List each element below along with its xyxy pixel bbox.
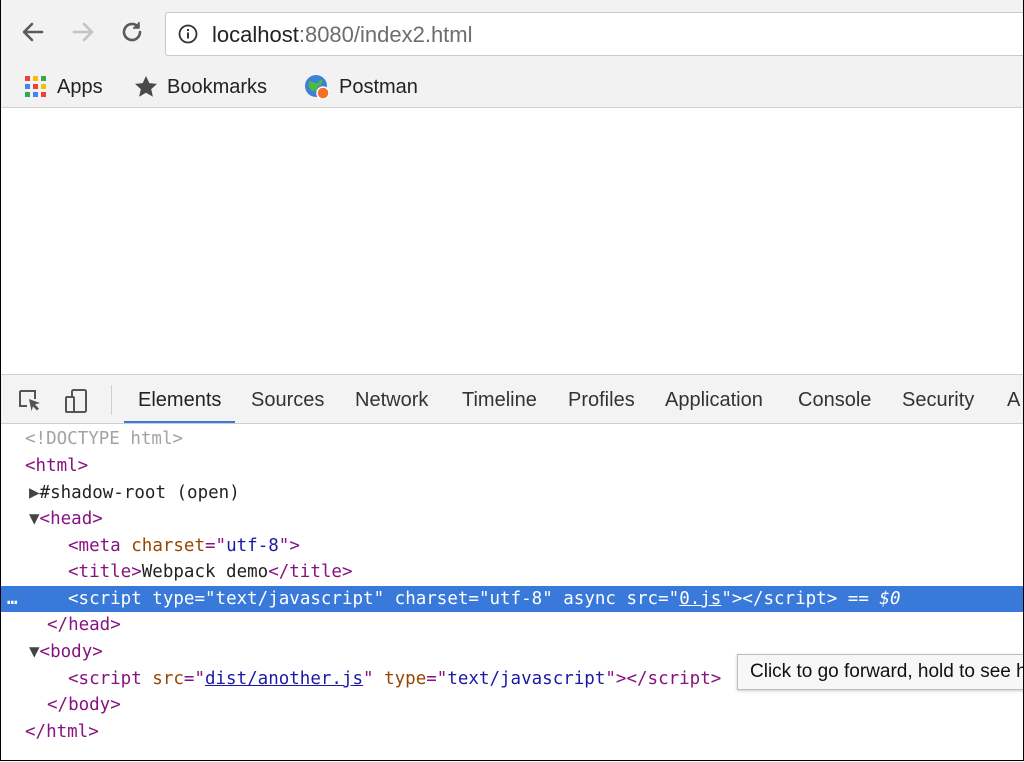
tab-elements[interactable]: Elements <box>123 375 236 423</box>
reload-icon <box>122 22 142 42</box>
meta-attr-name: charset <box>131 536 206 556</box>
tab-sources[interactable]: Sources <box>251 375 324 423</box>
meta-tag-name: meta <box>78 536 121 556</box>
info-icon[interactable] <box>178 24 198 44</box>
star-icon <box>135 76 157 97</box>
address-bar[interactable]: localhost:8080/index2.html <box>165 12 1023 56</box>
bookmark-postman[interactable]: Postman <box>303 72 418 102</box>
shadow-root-text: #shadow-root (open) <box>39 483 240 503</box>
dom-node-head-close[interactable]: </head> <box>1 612 1023 638</box>
expand-triangle-icon[interactable]: ▶ <box>1 483 40 503</box>
url-host: localhost <box>212 22 299 47</box>
apps-grid-icon <box>25 76 46 97</box>
html-open-tag: <html> <box>25 456 89 476</box>
html-close-tag: </html> <box>25 722 99 742</box>
tab-security[interactable]: Security <box>902 375 974 423</box>
dom-node-shadow-root[interactable]: ▶#shadow-root (open) <box>1 480 1023 506</box>
script-type-value: text/javascript <box>215 589 374 609</box>
script-async-attr: async <box>563 589 616 609</box>
tab-timeline[interactable]: Timeline <box>462 375 537 423</box>
bookmark-label: Bookmarks <box>167 75 268 98</box>
inspect-element-icon[interactable] <box>17 388 43 414</box>
head-open-tag: <head> <box>39 509 103 529</box>
postman-globe-icon <box>305 75 330 100</box>
bookmark-apps[interactable]: Apps <box>23 72 103 102</box>
dom-node-head[interactable]: ▼<head> <box>1 506 1023 532</box>
collapse-triangle-icon[interactable]: ▼ <box>1 642 40 662</box>
arrow-left-icon <box>22 22 44 42</box>
body-open-tag: <body> <box>39 642 103 662</box>
doctype-text: <!DOCTYPE html> <box>25 429 184 449</box>
url-port-path: :8080/index2.html <box>298 22 473 47</box>
selected-node-marker: == $0 <box>847 589 901 609</box>
body-script-src-link[interactable]: dist/another.js <box>205 669 363 689</box>
more-options-icon[interactable]: … <box>7 586 18 612</box>
tab-application[interactable]: Application <box>665 375 763 423</box>
tab-audits-truncated[interactable]: A <box>1007 375 1020 423</box>
device-toggle-icon[interactable] <box>63 388 89 414</box>
browser-window: localhost:8080/index2.html Apps Bookmark… <box>0 0 1024 761</box>
reload-button[interactable] <box>118 18 146 46</box>
toolbar-divider <box>111 385 112 415</box>
tab-network[interactable]: Network <box>355 375 428 423</box>
devtools-tabbar: Elements Sources Network Timeline Profil… <box>1 374 1023 424</box>
url-text[interactable]: localhost:8080/index2.html <box>212 22 473 48</box>
back-button[interactable] <box>19 18 47 46</box>
forward-button[interactable] <box>69 18 97 46</box>
page-viewport[interactable] <box>1 108 1023 374</box>
dom-node-meta[interactable]: <meta charset="utf-8"> <box>1 533 1023 559</box>
meta-attr-value: utf-8 <box>226 536 279 556</box>
dom-node-body-close[interactable]: </body> <box>1 692 1023 718</box>
bookmark-label: Postman <box>339 75 418 98</box>
script-src-link[interactable]: 0.js <box>679 589 721 609</box>
arrow-right-icon <box>72 22 94 42</box>
bookmark-label: Apps <box>57 75 103 98</box>
browser-toolbar: localhost:8080/index2.html <box>1 0 1023 68</box>
title-text: Webpack demo <box>141 562 269 582</box>
body-close-tag: </body> <box>47 695 121 715</box>
head-close-tag: </head> <box>47 615 121 635</box>
dom-node-title[interactable]: <title>Webpack demo</title> <box>1 559 1023 585</box>
dom-node-html-close[interactable]: </html> <box>1 719 1023 745</box>
dom-node-script-selected[interactable]: … <script type="text/javascript" charset=… <box>1 586 1023 612</box>
body-script-type-value: text/javascript <box>447 669 606 689</box>
bookmarks-bar: Apps Bookmarks Postman <box>1 68 1023 108</box>
script-charset-value: utf-8 <box>489 589 543 609</box>
tab-profiles[interactable]: Profiles <box>568 375 635 423</box>
dom-node-doctype[interactable]: <!DOCTYPE html> <box>1 426 1023 452</box>
collapse-triangle-icon[interactable]: ▼ <box>1 509 40 529</box>
bookmark-bookmarks[interactable]: Bookmarks <box>133 72 267 102</box>
dom-node-html[interactable]: <html> <box>1 453 1023 479</box>
dom-tree: <!DOCTYPE html> <html> ▶#shadow-root (op… <box>1 424 1023 760</box>
tab-console[interactable]: Console <box>798 375 871 423</box>
forward-button-tooltip: Click to go forward, hold to see history <box>737 654 1023 690</box>
